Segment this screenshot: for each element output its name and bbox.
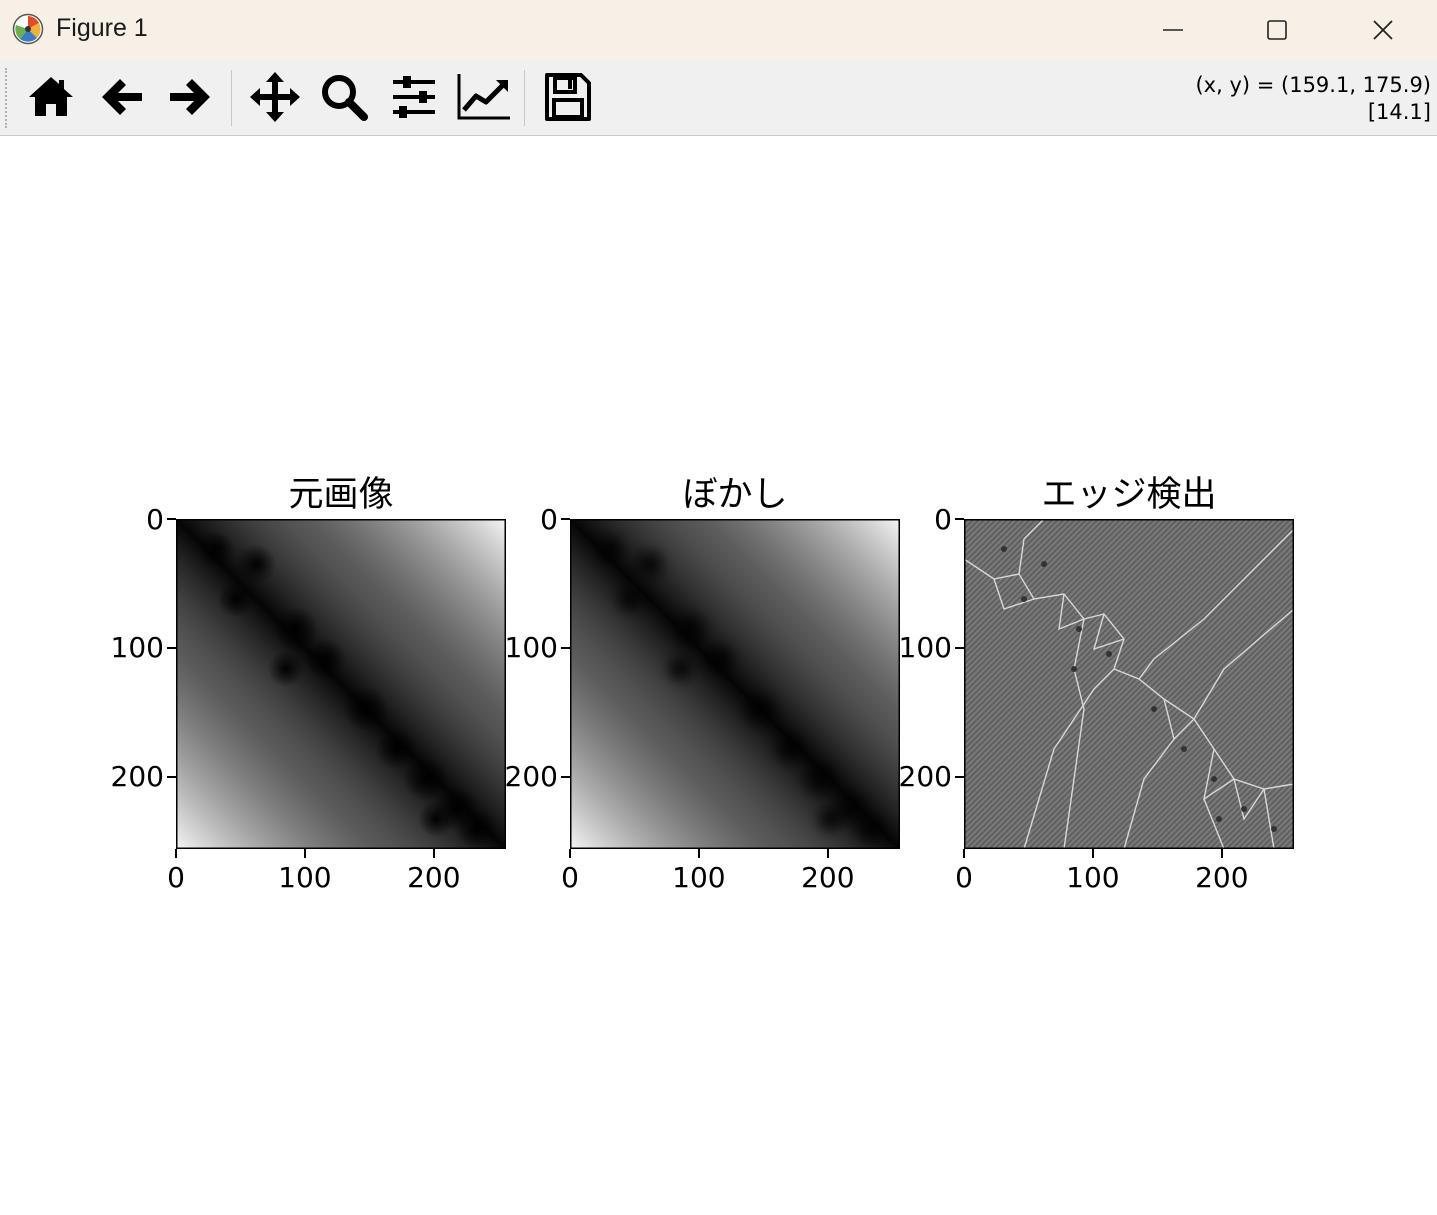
x-tick-mark: [569, 849, 571, 858]
y-tick-label: 0: [146, 502, 164, 536]
y-tick-mark: [167, 518, 176, 520]
blurred-image-plot[interactable]: [570, 519, 900, 849]
window-title: Figure 1: [56, 14, 148, 42]
edit-axis-button[interactable]: [455, 68, 513, 126]
panel-title-original: 元画像: [288, 475, 394, 515]
x-tick-label: 100: [278, 861, 332, 894]
back-button[interactable]: [93, 68, 151, 126]
x-tick-mark: [433, 849, 435, 858]
toolbar-separator: [524, 70, 525, 126]
panel-title-blur: ぼかし: [682, 475, 788, 515]
save-button[interactable]: [538, 68, 596, 126]
y-tick-mark: [561, 647, 570, 649]
forward-button[interactable]: [161, 68, 219, 126]
arrow-left-icon: [102, 79, 142, 115]
x-tick-label: 0: [561, 861, 579, 894]
move-icon: [250, 72, 300, 122]
y-tick-label: 0: [934, 502, 952, 536]
y-tick-mark: [955, 647, 964, 649]
home-button[interactable]: [22, 68, 80, 126]
panel-title-edge: エッジ検出: [1041, 475, 1217, 515]
y-tick-label: 100: [110, 631, 164, 665]
x-tick-mark: [304, 849, 306, 858]
matplotlib-app-icon: [12, 13, 44, 45]
y-tick-mark: [955, 518, 964, 520]
y-tick-mark: [561, 518, 570, 520]
y-tick-mark: [167, 647, 176, 649]
x-tick-label: 200: [1195, 861, 1249, 894]
minimize-icon: [1163, 29, 1183, 31]
x-tick-mark: [827, 849, 829, 858]
maximize-icon: [1267, 20, 1287, 40]
magnifier-icon: [322, 75, 368, 121]
maximize-button[interactable]: [1225, 0, 1329, 60]
coords-value: [14.1]: [1367, 100, 1431, 124]
window-titlebar: Figure 1: [0, 0, 1437, 60]
close-icon: [1373, 20, 1393, 40]
y-tick-label: 100: [898, 631, 952, 665]
line-chart-icon: [457, 74, 510, 120]
cursor-coordinates: (x, y) = (159.1, 175.9) [14.1]: [1195, 72, 1431, 126]
y-tick-label: 0: [540, 502, 558, 536]
x-tick-label: 0: [167, 861, 185, 894]
y-tick-label: 200: [110, 760, 164, 794]
navigation-toolbar: (x, y) = (159.1, 175.9) [14.1]: [0, 60, 1437, 136]
y-tick-label: 100: [504, 631, 558, 665]
x-tick-mark: [1092, 849, 1094, 858]
toolbar-grip[interactable]: [5, 68, 13, 128]
coords-xy: (x, y) = (159.1, 175.9): [1195, 73, 1431, 97]
y-tick-mark: [167, 776, 176, 778]
y-tick-mark: [955, 776, 964, 778]
x-tick-mark: [1221, 849, 1223, 858]
home-icon: [29, 77, 73, 116]
edge-image-plot[interactable]: [964, 519, 1294, 849]
x-tick-label: 200: [801, 861, 855, 894]
x-tick-mark: [698, 849, 700, 858]
sliders-icon: [393, 76, 435, 118]
toolbar-separator: [231, 70, 232, 126]
original-image-plot[interactable]: [176, 519, 506, 849]
zoom-button[interactable]: [315, 68, 373, 126]
y-tick-label: 200: [898, 760, 952, 794]
arrow-right-icon: [170, 79, 210, 115]
x-tick-label: 100: [672, 861, 726, 894]
pan-button[interactable]: [246, 68, 304, 126]
minimize-button[interactable]: [1121, 0, 1225, 60]
x-tick-mark: [175, 849, 177, 858]
y-tick-label: 200: [504, 760, 558, 794]
close-button[interactable]: [1331, 0, 1435, 60]
floppy-disk-icon: [545, 73, 591, 121]
x-tick-mark: [963, 849, 965, 858]
figure-canvas[interactable]: 元画像 ぼかし エッジ検出 0 100 200 0 100 200 0 100 …: [0, 136, 1437, 1215]
x-tick-label: 200: [407, 861, 461, 894]
x-tick-label: 100: [1066, 861, 1120, 894]
configure-subplots-button[interactable]: [385, 68, 443, 126]
x-tick-label: 0: [955, 861, 973, 894]
y-tick-mark: [561, 776, 570, 778]
